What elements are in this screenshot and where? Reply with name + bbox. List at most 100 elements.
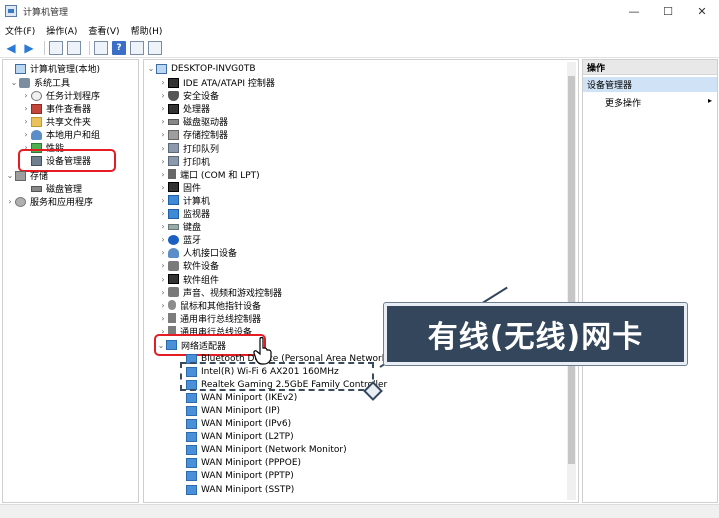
chevron-right-icon[interactable]: › bbox=[21, 130, 31, 139]
device-category[interactable]: › 键盘 bbox=[158, 220, 201, 233]
network-adapter-item[interactable]: WAN Miniport (IP) bbox=[186, 404, 280, 417]
chevron-right-icon[interactable]: › bbox=[158, 261, 168, 270]
help-icon[interactable]: ? bbox=[112, 40, 126, 55]
device-tree-root[interactable]: ⌄ DESKTOP-INVG0TB bbox=[146, 62, 256, 75]
device-category[interactable]: › 鼠标和其他指针设备 bbox=[158, 299, 261, 312]
chevron-right-icon[interactable]: › bbox=[21, 117, 31, 126]
chevron-right-icon[interactable]: › bbox=[158, 91, 168, 100]
sound-icon bbox=[168, 260, 179, 271]
device-tree-root-label: DESKTOP-INVG0TB bbox=[171, 63, 256, 74]
device-category[interactable]: › 通用串行总线控制器 bbox=[158, 312, 261, 325]
chevron-right-icon[interactable]: › bbox=[158, 275, 168, 284]
sound-icon bbox=[168, 287, 179, 298]
chevron-right-icon[interactable]: › bbox=[21, 91, 31, 100]
chevron-right-icon[interactable]: › bbox=[158, 183, 168, 192]
menu-file[interactable]: 文件(F) bbox=[5, 24, 35, 37]
device-category[interactable]: › 安全设备 bbox=[158, 89, 219, 102]
network-adapter-item[interactable]: WAN Miniport (PPPOE) bbox=[186, 457, 301, 470]
forward-arrow-icon[interactable]: ▶ bbox=[22, 41, 36, 55]
tree-item-storage[interactable]: ⌄ 存储 bbox=[5, 169, 48, 182]
network-adapter-item[interactable]: WAN Miniport (IKEv2) bbox=[186, 391, 297, 404]
maximize-button[interactable]: ☐ bbox=[651, 0, 685, 22]
window-controls: — ☐ ✕ bbox=[617, 0, 719, 22]
chevron-right-icon[interactable]: › bbox=[158, 222, 168, 231]
network-adapter-item[interactable]: WAN Miniport (IPv6) bbox=[186, 418, 291, 431]
actions-section-device-manager[interactable]: 设备管理器 bbox=[583, 77, 717, 92]
chevron-right-icon[interactable]: › bbox=[158, 104, 168, 113]
tree-item-event-viewer[interactable]: › 事件查看器 bbox=[21, 102, 91, 115]
device-category[interactable]: › 声音、视频和游戏控制器 bbox=[158, 286, 282, 299]
device-category[interactable]: › 软件组件 bbox=[158, 273, 219, 286]
network-adapter-item[interactable]: WAN Miniport (Network Monitor) bbox=[186, 444, 347, 457]
chevron-right-icon[interactable]: ▸ bbox=[708, 96, 712, 105]
chevron-right-icon[interactable]: › bbox=[158, 117, 168, 126]
close-button[interactable]: ✕ bbox=[685, 0, 719, 22]
chevron-right-icon[interactable]: › bbox=[158, 327, 168, 336]
device-category[interactable]: › 人机接口设备 bbox=[158, 246, 237, 259]
show-tree-icon[interactable] bbox=[67, 40, 81, 55]
device-category[interactable]: › 固件 bbox=[158, 181, 201, 194]
device-category[interactable]: › 磁盘驱动器 bbox=[158, 115, 228, 128]
expand-chevron-icon[interactable]: ⌄ bbox=[9, 78, 19, 87]
view-list-icon[interactable] bbox=[130, 40, 144, 55]
device-category[interactable]: › 存储控制器 bbox=[158, 128, 228, 141]
chevron-right-icon[interactable]: › bbox=[158, 157, 168, 166]
scrollbar-thumb[interactable] bbox=[568, 76, 575, 464]
network-adapter-icon bbox=[166, 340, 177, 350]
expand-chevron-icon[interactable]: ⌄ bbox=[146, 64, 156, 73]
network-adapter-label: WAN Miniport (SSTP) bbox=[201, 484, 295, 495]
network-adapter-label: WAN Miniport (Network Monitor) bbox=[201, 445, 347, 456]
chevron-right-icon[interactable]: › bbox=[158, 288, 168, 297]
tree-item-task-scheduler[interactable]: › 任务计划程序 bbox=[21, 89, 100, 102]
chevron-right-icon[interactable]: › bbox=[158, 196, 168, 205]
chevron-right-icon[interactable]: › bbox=[158, 209, 168, 218]
device-category[interactable]: › 蓝牙 bbox=[158, 233, 201, 246]
network-adapter-item[interactable]: WAN Miniport (PPTP) bbox=[186, 470, 294, 483]
device-category[interactable]: › IDE ATA/ATAPI 控制器 bbox=[158, 76, 275, 89]
chevron-right-icon[interactable]: › bbox=[21, 104, 31, 113]
device-category[interactable]: › 打印队列 bbox=[158, 142, 219, 155]
up-folder-icon[interactable] bbox=[49, 40, 63, 55]
tree-item-disk-management[interactable]: 磁盘管理 bbox=[31, 182, 82, 195]
chevron-right-icon[interactable]: › bbox=[158, 78, 168, 87]
tree-item-shared-folders[interactable]: › 共享文件夹 bbox=[21, 115, 91, 128]
network-adapter-item[interactable]: WAN Miniport (SSTP) bbox=[186, 483, 294, 496]
properties-icon[interactable] bbox=[94, 40, 108, 55]
device-category[interactable]: › 打印机 bbox=[158, 155, 210, 168]
chevron-right-icon[interactable]: › bbox=[158, 170, 168, 179]
more-actions-link[interactable]: 更多操作 bbox=[605, 96, 641, 109]
back-arrow-icon[interactable]: ◀ bbox=[4, 41, 18, 55]
monitor-icon[interactable] bbox=[148, 40, 162, 55]
network-adapter-item[interactable]: WAN Miniport (L2TP) bbox=[186, 431, 294, 444]
chevron-right-icon[interactable]: › bbox=[158, 235, 168, 244]
tree-item-computer-management[interactable]: 计算机管理(本地) bbox=[5, 62, 100, 75]
device-category[interactable]: › 处理器 bbox=[158, 102, 210, 115]
network-adapter-icon bbox=[186, 419, 197, 429]
tree-item-system-tools[interactable]: ⌄ 系统工具 bbox=[9, 76, 70, 89]
chevron-right-icon[interactable]: › bbox=[158, 248, 168, 257]
menu-action[interactable]: 操作(A) bbox=[46, 24, 77, 37]
chevron-right-icon[interactable]: › bbox=[158, 144, 168, 153]
device-category[interactable]: › 端口 (COM 和 LPT) bbox=[158, 168, 260, 181]
chevron-right-icon[interactable]: › bbox=[158, 301, 168, 310]
expand-chevron-icon[interactable]: ⌄ bbox=[5, 171, 15, 180]
device-category[interactable]: › 计算机 bbox=[158, 194, 210, 207]
tree-item-services-apps[interactable]: › 服务和应用程序 bbox=[5, 195, 93, 208]
tree-item-device-manager[interactable]: 设备管理器 bbox=[18, 149, 116, 172]
status-bar bbox=[0, 504, 719, 518]
device-category[interactable]: › 软件设备 bbox=[158, 259, 219, 272]
chevron-right-icon[interactable]: › bbox=[158, 314, 168, 323]
vertical-scrollbar[interactable] bbox=[567, 62, 576, 500]
network-adapter-label: WAN Miniport (IKEv2) bbox=[201, 392, 298, 403]
tree-item-local-users[interactable]: › 本地用户和组 bbox=[21, 128, 100, 141]
minimize-button[interactable]: — bbox=[617, 0, 651, 22]
menu-help[interactable]: 帮助(H) bbox=[131, 24, 163, 37]
chevron-right-icon[interactable]: › bbox=[158, 130, 168, 139]
device-category[interactable]: › 监视器 bbox=[158, 207, 210, 220]
navigation-pane: 计算机管理(本地) ⌄ 系统工具 › 任务计划程序 › 事件查看器 › 共享文件… bbox=[2, 59, 139, 503]
expand-chevron-icon[interactable]: ⌄ bbox=[156, 341, 166, 350]
chevron-right-icon[interactable]: › bbox=[5, 197, 15, 206]
bluetooth-icon bbox=[168, 234, 179, 245]
menu-view[interactable]: 查看(V) bbox=[88, 24, 119, 37]
device-category-label: 存储控制器 bbox=[183, 131, 229, 142]
